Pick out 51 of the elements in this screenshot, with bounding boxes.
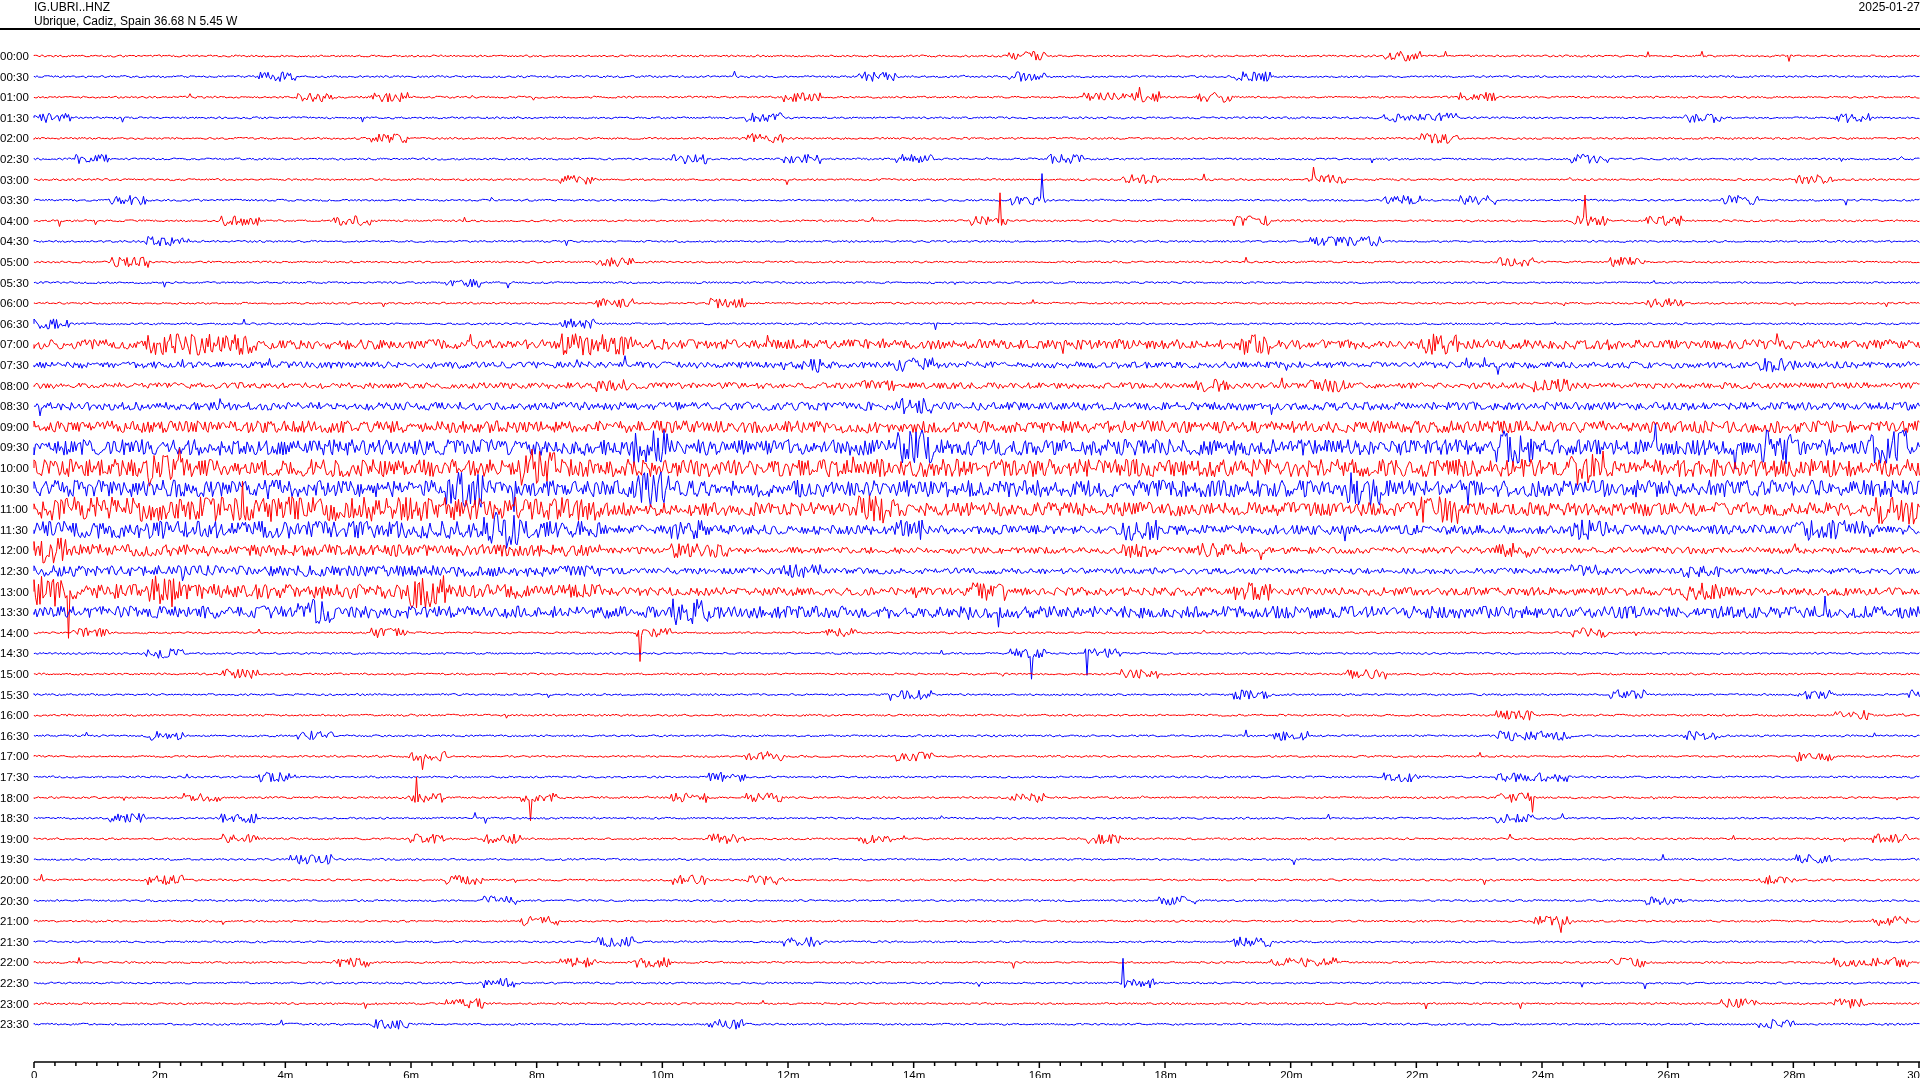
time-label: 04:00 (0, 214, 29, 227)
station-location: Ubrique, Cadiz, Spain 36.68 N 5.45 W (34, 14, 238, 28)
time-label: 06:00 (0, 297, 29, 310)
time-label: 08:30 (0, 400, 29, 413)
time-label: 14:30 (0, 647, 29, 660)
time-label: 17:00 (0, 750, 29, 763)
time-label: 07:30 (0, 359, 29, 371)
plot-date: 2025-01-27 (1858, 0, 1920, 16)
time-label: 15:30 (0, 688, 29, 701)
time-label: 13:30 (0, 606, 29, 619)
time-label: 06:30 (0, 317, 29, 330)
time-label: 20:30 (0, 894, 29, 907)
time-label: 19:00 (0, 832, 29, 845)
time-label: 16:30 (0, 729, 29, 742)
time-label: 12:00 (0, 544, 29, 557)
time-label: 02:30 (0, 153, 29, 165)
time-label: 03:30 (0, 194, 29, 207)
time-label: 21:30 (0, 935, 29, 948)
time-label: 20:00 (0, 874, 29, 886)
time-label: 11:00 (0, 503, 28, 516)
time-label: 05:00 (0, 256, 29, 268)
time-label: 14:00 (0, 626, 29, 639)
time-label: 19:30 (0, 853, 29, 866)
time-label: 22:30 (0, 977, 29, 989)
time-label: 00:30 (0, 70, 29, 83)
time-label: 13:00 (0, 585, 29, 598)
time-label: 02:00 (0, 132, 29, 145)
station-code: IG.UBRI..HNZ (34, 0, 111, 14)
time-label: 03:00 (0, 173, 29, 186)
time-label: 00:00 (0, 50, 29, 62)
time-label: 23:30 (0, 1018, 29, 1031)
time-label: 01:30 (0, 111, 29, 124)
time-label: 22:00 (0, 956, 29, 969)
time-label: 23:00 (0, 997, 29, 1010)
time-label: 18:30 (0, 812, 29, 825)
time-label: 01:00 (0, 91, 29, 104)
time-label: 21:00 (0, 915, 29, 928)
time-label: 07:00 (0, 338, 29, 351)
time-label: 12:30 (0, 565, 29, 577)
time-label: 08:00 (0, 379, 29, 392)
time-label: 04:30 (0, 235, 29, 248)
time-label: 10:00 (0, 462, 29, 474)
time-label: 05:30 (0, 276, 29, 289)
time-label: 09:00 (0, 420, 29, 433)
time-label: 17:30 (0, 771, 29, 783)
time-label: 10:30 (0, 482, 29, 495)
time-label: 18:00 (0, 791, 29, 804)
time-label: 15:00 (0, 668, 29, 680)
time-label: 16:00 (0, 709, 29, 722)
time-label: 09:30 (0, 441, 29, 454)
time-label: 11:30 (0, 523, 28, 536)
